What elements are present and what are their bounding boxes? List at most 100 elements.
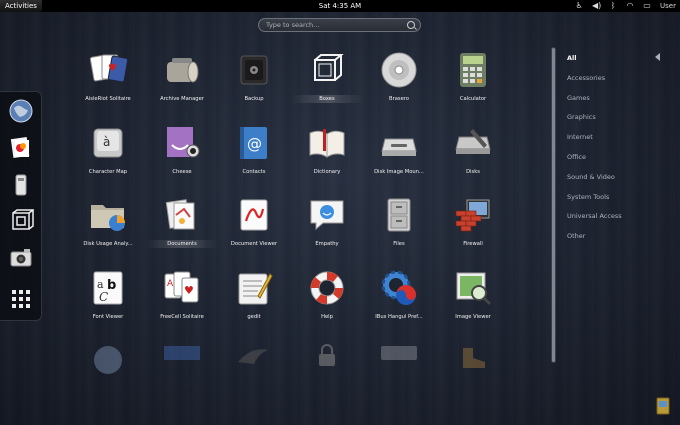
app-grid-scrollbar-thumb[interactable] bbox=[552, 48, 555, 362]
app-partial-bird[interactable] bbox=[218, 340, 290, 410]
cards-icon: ♥ bbox=[89, 54, 128, 83]
search-input[interactable] bbox=[266, 19, 406, 31]
category-all[interactable]: All bbox=[567, 54, 577, 62]
app-label: Contacts bbox=[242, 169, 266, 175]
app-label: AisleRiot Solitaire bbox=[85, 96, 131, 102]
app-documents[interactable]: Documents bbox=[146, 195, 218, 265]
dash-boxes-icon[interactable] bbox=[6, 206, 36, 236]
app-label: Disk Usage Analy... bbox=[83, 241, 133, 247]
category-system-tools[interactable]: System Tools bbox=[567, 193, 609, 201]
accessibility-icon[interactable]: ♿ bbox=[575, 0, 583, 12]
category-graphics[interactable]: Graphics bbox=[567, 113, 596, 121]
svg-text:@: @ bbox=[247, 135, 262, 153]
app-label: Dictionary bbox=[313, 169, 341, 175]
monitors-icon bbox=[164, 346, 200, 360]
battery-icon[interactable]: ▭ bbox=[643, 0, 651, 12]
dash-usb-drive-icon[interactable] bbox=[6, 170, 36, 200]
volume-icon[interactable]: ◀) bbox=[592, 0, 601, 12]
app-empathy[interactable]: Empathy bbox=[291, 195, 363, 265]
pdf-viewer-icon bbox=[240, 199, 268, 231]
app-disk-usage-analyzer[interactable]: Disk Usage Analy... bbox=[72, 195, 144, 265]
disc-icon bbox=[381, 52, 417, 88]
wifi-icon[interactable]: ◠ bbox=[626, 0, 634, 12]
top-bar: Activities Sat 4:35 AM ♿ ◀) ᛒ ◠ ▭ User bbox=[0, 0, 680, 12]
calculator-icon bbox=[460, 53, 486, 87]
boxes-icon bbox=[314, 54, 344, 81]
disk-utility-icon bbox=[455, 129, 491, 154]
app-partial-keyboard[interactable] bbox=[363, 340, 435, 410]
app-label: Disk Image Moun... bbox=[374, 169, 424, 175]
app-partial-lock[interactable] bbox=[291, 340, 363, 410]
bird-icon bbox=[238, 349, 268, 364]
app-freecell-solitaire[interactable]: ♥ A FreeCell Solitaire bbox=[146, 268, 218, 338]
category-accessories[interactable]: Accessories bbox=[567, 74, 605, 82]
app-label: IBus Hangul Pref... bbox=[375, 314, 423, 320]
show-applications-icon[interactable] bbox=[6, 284, 36, 314]
bluetooth-icon[interactable]: ᛒ bbox=[609, 0, 617, 12]
dash-browser-icon[interactable] bbox=[6, 96, 36, 126]
system-tray: ♿ ◀) ᛒ ◠ ▭ User bbox=[575, 0, 676, 12]
lifebuoy-icon bbox=[310, 271, 344, 305]
app-label: Firewall bbox=[463, 241, 483, 247]
app-disks[interactable]: Disks bbox=[437, 123, 509, 193]
book-icon bbox=[309, 129, 345, 158]
firewall-icon bbox=[455, 199, 490, 232]
app-firewall[interactable]: Firewall bbox=[437, 195, 509, 265]
app-document-viewer[interactable]: Document Viewer bbox=[218, 195, 290, 265]
category-games[interactable]: Games bbox=[567, 94, 590, 102]
drive-icon bbox=[381, 138, 417, 156]
globe-icon bbox=[94, 346, 122, 374]
search-box[interactable] bbox=[258, 18, 421, 32]
app-image-viewer[interactable]: Image Viewer bbox=[437, 268, 509, 338]
app-cheese[interactable]: Cheese bbox=[146, 123, 218, 193]
app-label: Backup bbox=[244, 96, 264, 102]
app-ibus-hangul-preferences[interactable]: IBus Hangul Pref... bbox=[363, 268, 435, 338]
dash bbox=[0, 91, 42, 321]
app-partial-boot[interactable] bbox=[437, 340, 509, 410]
app-character-map[interactable]: à Character Map bbox=[72, 123, 144, 193]
message-tray-icon[interactable] bbox=[655, 396, 671, 416]
app-label: Document Viewer bbox=[230, 241, 278, 247]
dash-notes-icon[interactable] bbox=[6, 132, 36, 162]
font-icon: a b C bbox=[93, 271, 123, 305]
app-archive-manager[interactable]: Archive Manager bbox=[146, 50, 218, 120]
dash-screenshot-icon[interactable] bbox=[6, 244, 36, 274]
app-contacts[interactable]: @ Contacts bbox=[218, 123, 290, 193]
category-sound-video[interactable]: Sound & Video bbox=[567, 173, 615, 181]
safe-icon bbox=[240, 55, 268, 85]
category-internet[interactable]: Internet bbox=[567, 133, 593, 141]
user-menu[interactable]: User bbox=[660, 2, 676, 10]
file-cabinet-icon bbox=[387, 198, 411, 232]
app-label: Empathy bbox=[315, 241, 339, 247]
app-label: Calculator bbox=[459, 96, 487, 102]
app-partial-monitors[interactable] bbox=[146, 340, 218, 410]
app-label: Brasero bbox=[389, 96, 409, 102]
app-label: Boxes bbox=[291, 95, 363, 103]
svg-text:♥: ♥ bbox=[108, 63, 117, 74]
app-disk-image-mounter[interactable]: Disk Image Moun... bbox=[363, 123, 435, 193]
clock-label[interactable]: Sat 4:35 AM bbox=[319, 2, 361, 10]
app-boxes[interactable]: Boxes bbox=[291, 50, 363, 120]
category-universal-access[interactable]: Universal Access bbox=[567, 212, 622, 220]
app-brasero[interactable]: Brasero bbox=[363, 50, 435, 120]
app-partial-globe[interactable] bbox=[72, 340, 144, 410]
keyboard-icon bbox=[381, 346, 417, 360]
app-label: Help bbox=[321, 314, 333, 320]
svg-text:b: b bbox=[107, 278, 116, 293]
app-gedit[interactable]: gedit bbox=[218, 268, 290, 338]
app-files[interactable]: Files bbox=[363, 195, 435, 265]
keycap-icon: à bbox=[93, 128, 123, 158]
app-dictionary[interactable]: Dictionary bbox=[291, 123, 363, 193]
category-office[interactable]: Office bbox=[567, 153, 586, 161]
text-editor-icon bbox=[238, 273, 273, 305]
app-help[interactable]: Help bbox=[291, 268, 363, 338]
app-backup[interactable]: Backup bbox=[218, 50, 290, 120]
app-aisleriot-solitaire[interactable]: ♥ AisleRiot Solitaire bbox=[72, 50, 144, 120]
category-other[interactable]: Other bbox=[567, 232, 585, 240]
webcam-icon bbox=[167, 127, 200, 158]
app-font-viewer[interactable]: a b C Font Viewer bbox=[72, 268, 144, 338]
app-calculator[interactable]: Calculator bbox=[437, 50, 509, 120]
gear-taegeuk-icon bbox=[381, 270, 416, 305]
category-arrow-icon bbox=[655, 53, 660, 61]
activities-button[interactable]: Activities bbox=[0, 0, 42, 12]
